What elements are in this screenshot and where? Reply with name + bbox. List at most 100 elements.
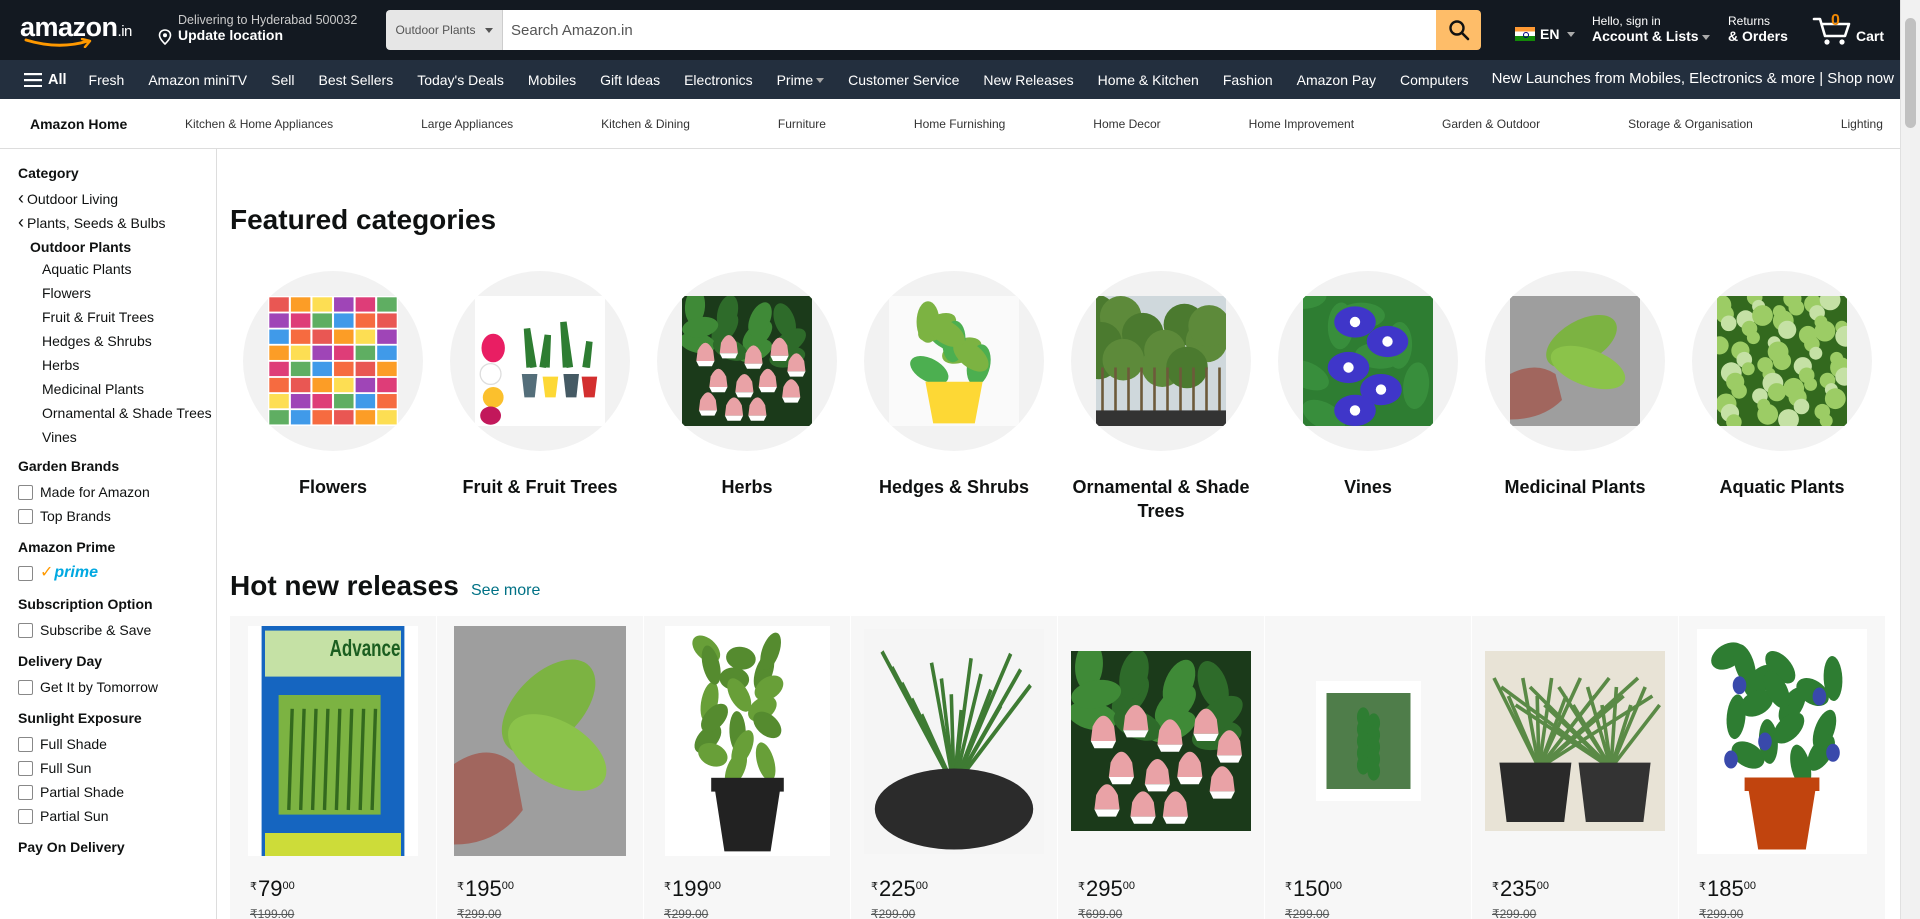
checkbox[interactable] <box>18 808 33 824</box>
nav-item-today-s-deals[interactable]: Today's Deals <box>405 72 516 88</box>
product-card[interactable]: ₹295 00 ₹699.00 <box>1058 616 1264 919</box>
prime-filter[interactable]: ✓ prime <box>18 561 216 585</box>
category-card-ornamental-and-shade-trees[interactable]: Ornamental & Shade Trees <box>1071 271 1251 523</box>
subnav-link-large-appliances[interactable]: Large Appliances <box>421 117 513 131</box>
filter-full-shade[interactable]: Full Shade <box>18 732 216 756</box>
category-image-circle[interactable] <box>1692 271 1872 451</box>
search-button[interactable] <box>1436 10 1481 50</box>
subcategory-herbs[interactable]: Herbs <box>18 355 216 375</box>
subcategory-aquatic-plants[interactable]: Aquatic Plants <box>18 259 216 279</box>
category-card-herbs[interactable]: Herbs <box>657 271 837 499</box>
filter-partial-sun[interactable]: Partial Sun <box>18 804 216 828</box>
filter-full-sun[interactable]: Full Sun <box>18 756 216 780</box>
product-image-wrapper[interactable] <box>851 616 1057 866</box>
product-price[interactable]: ₹150 00 <box>1285 876 1342 902</box>
nav-item-computers[interactable]: Computers <box>1388 72 1480 88</box>
checkbox[interactable] <box>18 484 33 500</box>
subnav-link-furniture[interactable]: Furniture <box>778 117 826 131</box>
category-image-circle[interactable] <box>1071 271 1251 451</box>
category-label[interactable]: Medicinal Plants <box>1485 475 1665 499</box>
category-label[interactable]: Herbs <box>657 475 837 499</box>
product-price[interactable]: ₹185 00 <box>1699 876 1756 902</box>
subcategory-ornamental-and-shade-trees[interactable]: Ornamental & Shade Trees <box>18 403 216 423</box>
product-image-wrapper[interactable] <box>1265 616 1471 866</box>
back-link-plants-seeds-and-bulbs[interactable]: ‹ Plants, Seeds & Bulbs <box>18 211 216 235</box>
see-more-link[interactable]: See more <box>471 582 540 600</box>
account-and-lists[interactable]: Hello, sign in Account & Lists <box>1592 14 1710 44</box>
product-card[interactable]: ₹235 00 ₹299.00 <box>1472 616 1678 919</box>
nav-item-home-and-kitchen[interactable]: Home & Kitchen <box>1086 72 1211 88</box>
nav-item-amazon-minitv[interactable]: Amazon miniTV <box>136 72 259 88</box>
scrollbar-thumb[interactable] <box>1905 18 1916 128</box>
product-image-wrapper[interactable] <box>437 616 643 866</box>
subnav-link-storage-and-organisation[interactable]: Storage & Organisation <box>1628 117 1753 131</box>
subcategory-hedges-and-shrubs[interactable]: Hedges & Shrubs <box>18 331 216 351</box>
category-label[interactable]: Aquatic Plants <box>1692 475 1872 499</box>
nav-item-mobiles[interactable]: Mobiles <box>516 72 588 88</box>
category-image-circle[interactable] <box>450 271 630 451</box>
checkbox[interactable] <box>18 508 33 524</box>
filter-partial-shade[interactable]: Partial Shade <box>18 780 216 804</box>
subnav-link-home-improvement[interactable]: Home Improvement <box>1249 117 1354 131</box>
nav-promo-link[interactable]: New Launches from Mobiles, Electronics &… <box>1492 70 1894 87</box>
product-card[interactable]: ₹225 00 ₹299.00 <box>851 616 1057 919</box>
nav-item-sell[interactable]: Sell <box>259 72 306 88</box>
product-image-wrapper[interactable] <box>644 616 850 866</box>
product-price[interactable]: ₹79 00 <box>250 876 295 902</box>
category-image-circle[interactable] <box>657 271 837 451</box>
nav-item-fresh[interactable]: Fresh <box>77 72 137 88</box>
subnav-link-home-furnishing[interactable]: Home Furnishing <box>914 117 1005 131</box>
checkbox[interactable] <box>18 565 33 581</box>
back-link-outdoor-living[interactable]: ‹ Outdoor Living <box>18 187 216 211</box>
product-card[interactable]: Advance ₹79 00 ₹199.00 <box>230 616 436 919</box>
search-category-dropdown[interactable]: Outdoor Plants <box>386 10 503 50</box>
category-label[interactable]: Ornamental & Shade Trees <box>1071 475 1251 523</box>
nav-item-gift-ideas[interactable]: Gift Ideas <box>588 72 672 88</box>
product-image-wrapper[interactable] <box>1058 616 1264 866</box>
nav-item-electronics[interactable]: Electronics <box>672 72 764 88</box>
product-price[interactable]: ₹235 00 <box>1492 876 1549 902</box>
filter-get-it-by-tomorrow[interactable]: Get It by Tomorrow <box>18 675 216 699</box>
subcategory-medicinal-plants[interactable]: Medicinal Plants <box>18 379 216 399</box>
nav-item-fashion[interactable]: Fashion <box>1211 72 1285 88</box>
category-image-circle[interactable] <box>243 271 423 451</box>
category-label[interactable]: Vines <box>1278 475 1458 499</box>
product-card[interactable]: ₹150 00 ₹299.00 <box>1265 616 1471 919</box>
checkbox[interactable] <box>18 736 33 752</box>
category-label[interactable]: Flowers <box>243 475 423 499</box>
amazon-logo[interactable]: amazon.in <box>20 12 138 48</box>
cart-button[interactable]: 0 Cart <box>1812 10 1888 50</box>
product-price[interactable]: ₹195 00 <box>457 876 514 902</box>
subcategory-flowers[interactable]: Flowers <box>18 283 216 303</box>
subnav-link-lighting[interactable]: Lighting <box>1841 117 1883 131</box>
subcategory-fruit-and-fruit-trees[interactable]: Fruit & Fruit Trees <box>18 307 216 327</box>
filter-top-brands[interactable]: Top Brands <box>18 504 216 528</box>
subcategory-vines[interactable]: Vines <box>18 427 216 447</box>
category-card-aquatic-plants[interactable]: Aquatic Plants <box>1692 271 1872 499</box>
category-card-vines[interactable]: Vines <box>1278 271 1458 499</box>
category-label[interactable]: Fruit & Fruit Trees <box>450 475 630 499</box>
category-image-circle[interactable] <box>1278 271 1458 451</box>
product-card[interactable]: ₹195 00 ₹299.00 <box>437 616 643 919</box>
delivery-location[interactable]: Delivering to Hyderabad 500032 Update lo… <box>158 13 357 45</box>
product-price[interactable]: ₹199 00 <box>664 876 721 902</box>
category-card-flowers[interactable]: Flowers <box>243 271 423 499</box>
category-card-hedges-and-shrubs[interactable]: Hedges & Shrubs <box>864 271 1044 499</box>
product-card[interactable]: ₹185 00 ₹299.00 <box>1679 616 1885 919</box>
subnav-link-kitchen-and-home-appliances[interactable]: Kitchen & Home Appliances <box>185 117 333 131</box>
product-image-wrapper[interactable] <box>1472 616 1678 866</box>
subnav-link-kitchen-and-dining[interactable]: Kitchen & Dining <box>601 117 690 131</box>
checkbox[interactable] <box>18 679 33 695</box>
nav-item-customer-service[interactable]: Customer Service <box>836 72 971 88</box>
page-scrollbar[interactable] <box>1900 0 1920 919</box>
category-card-medicinal-plants[interactable]: Medicinal Plants <box>1485 271 1665 499</box>
subnav-title[interactable]: Amazon Home <box>0 116 185 132</box>
nav-item-amazon-pay[interactable]: Amazon Pay <box>1285 72 1388 88</box>
category-card-fruit-and-fruit-trees[interactable]: Fruit & Fruit Trees <box>450 271 630 499</box>
category-image-circle[interactable] <box>864 271 1044 451</box>
checkbox[interactable] <box>18 622 33 638</box>
checkbox[interactable] <box>18 784 33 800</box>
product-image-wrapper[interactable]: Advance <box>230 616 436 866</box>
subnav-link-home-decor[interactable]: Home Decor <box>1093 117 1160 131</box>
nav-item-prime-wrapper[interactable]: Prime <box>765 72 837 88</box>
